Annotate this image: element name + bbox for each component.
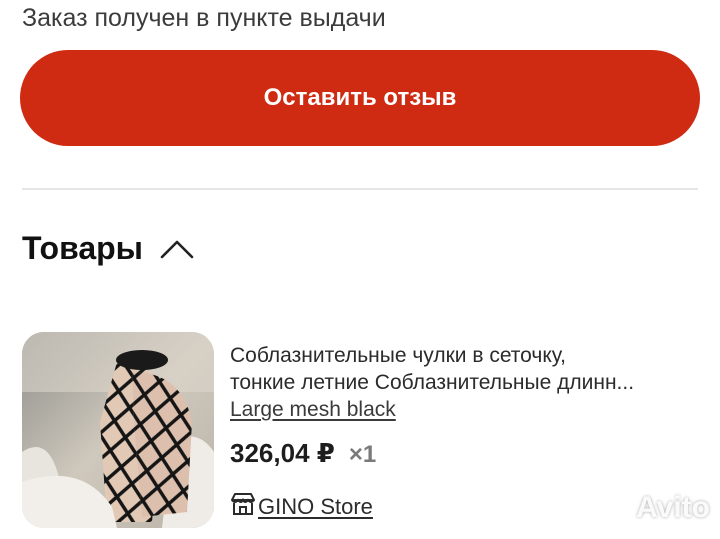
products-section-toggle[interactable]: Товары bbox=[22, 230, 195, 267]
avito-logo-icon bbox=[596, 489, 636, 527]
product-title-line-1[interactable]: Соблазнительные чулки в сеточку, bbox=[230, 342, 710, 369]
price-row: 326,04 ₽ ×1 bbox=[230, 438, 710, 469]
product-image[interactable] bbox=[22, 332, 214, 528]
order-status-text: Заказ получен в пункте выдачи bbox=[22, 4, 386, 32]
section-divider bbox=[22, 188, 698, 190]
avito-watermark-text: Avito bbox=[636, 491, 710, 524]
product-price: 326,04 ₽ bbox=[230, 438, 335, 468]
products-section-title: Товары bbox=[22, 230, 143, 266]
avito-watermark: Avito bbox=[596, 489, 710, 527]
store-icon bbox=[230, 491, 256, 522]
product-title-line-2[interactable]: тонкие летние Соблазнительные длинн... bbox=[230, 369, 710, 396]
leave-review-button-label: Оставить отзыв bbox=[263, 84, 457, 111]
leave-review-button[interactable]: Оставить отзыв bbox=[20, 50, 700, 146]
product-quantity: ×1 bbox=[348, 441, 377, 468]
chevron-up-icon[interactable] bbox=[159, 238, 195, 260]
store-name: GINO Store bbox=[258, 493, 373, 519]
product-variant[interactable]: Large mesh black bbox=[230, 396, 710, 424]
